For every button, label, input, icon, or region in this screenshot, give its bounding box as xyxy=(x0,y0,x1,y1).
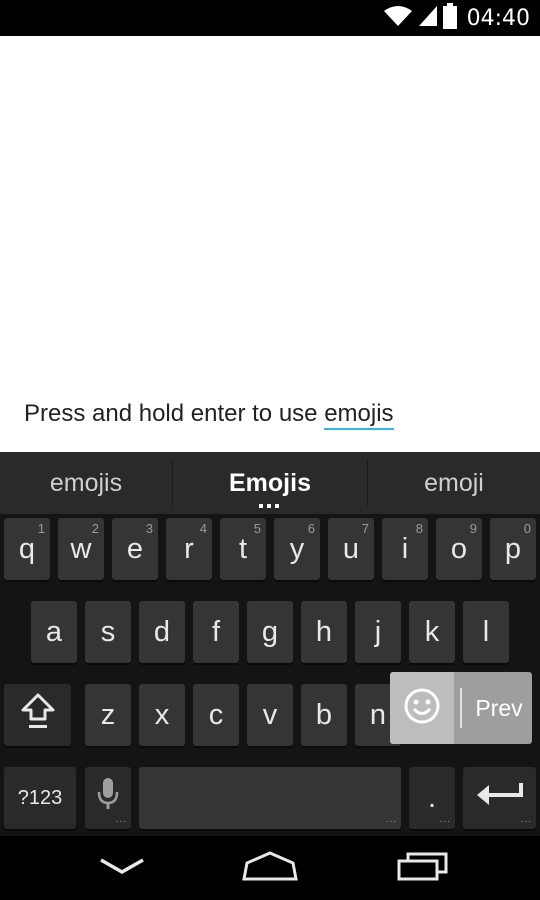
key-p[interactable]: p0 xyxy=(490,518,536,580)
key-w[interactable]: w2 xyxy=(58,518,104,580)
shift-key[interactable] xyxy=(4,684,71,746)
key-hint: 5 xyxy=(253,521,261,536)
key-y[interactable]: y6 xyxy=(274,518,320,580)
key-label: y xyxy=(289,532,305,565)
keyboard: emojis Emojis emoji q1 w2 e3 r4 t5 y6 u7… xyxy=(0,452,540,836)
key-f[interactable]: f xyxy=(193,601,239,663)
key-z[interactable]: z xyxy=(85,684,131,746)
popup-divider xyxy=(460,688,462,728)
suggestion-right[interactable]: emoji xyxy=(368,452,540,514)
key-label: r xyxy=(184,532,194,565)
key-i[interactable]: i8 xyxy=(382,518,428,580)
enter-key[interactable]: ∙∙∙ xyxy=(463,767,536,829)
key-label: i xyxy=(401,532,409,565)
key-hint: 2 xyxy=(91,521,99,536)
key-hint: 8 xyxy=(415,521,423,536)
key-hint: 7 xyxy=(361,521,369,536)
key-t[interactable]: t5 xyxy=(220,518,266,580)
emoji-option[interactable] xyxy=(390,672,454,744)
key-u[interactable]: u7 xyxy=(328,518,374,580)
voice-key[interactable]: ∙∙∙ xyxy=(85,767,131,829)
more-icon: ∙∙∙ xyxy=(520,816,532,827)
key-o[interactable]: o9 xyxy=(436,518,482,580)
key-j[interactable]: j xyxy=(355,601,401,663)
period-key[interactable]: . ∙∙∙ xyxy=(409,767,455,829)
key-k[interactable]: k xyxy=(409,601,455,663)
status-time: 04:40 xyxy=(466,5,530,31)
status-icons: 04:40 xyxy=(383,0,530,36)
battery-icon xyxy=(442,2,457,34)
text-editor[interactable]: Press and hold enter to use emojis xyxy=(0,36,540,452)
smiley-icon xyxy=(403,687,441,730)
key-hint: 6 xyxy=(307,521,315,536)
key-hint: 1 xyxy=(37,521,45,536)
key-v[interactable]: v xyxy=(247,684,293,746)
recents-icon xyxy=(396,850,450,887)
key-label: . xyxy=(427,781,437,814)
key-hint: 0 xyxy=(523,521,531,536)
key-label: u xyxy=(342,532,360,565)
key-hint: 3 xyxy=(145,521,153,536)
key-e[interactable]: e3 xyxy=(112,518,158,580)
prev-option[interactable]: Prev xyxy=(466,672,532,744)
back-icon xyxy=(98,856,146,881)
key-q[interactable]: q1 xyxy=(4,518,50,580)
key-label: w xyxy=(70,532,92,565)
symbols-key[interactable]: ?123 xyxy=(4,767,76,829)
more-suggestions-icon xyxy=(259,504,279,508)
mic-icon xyxy=(96,776,120,820)
key-x[interactable]: x xyxy=(139,684,185,746)
status-bar: 04:40 xyxy=(0,0,540,36)
key-a[interactable]: a xyxy=(31,601,77,663)
suggestion-left[interactable]: emojis xyxy=(0,452,172,514)
key-l[interactable]: l xyxy=(463,601,509,663)
enter-icon xyxy=(475,779,525,817)
more-icon: ∙∙∙ xyxy=(115,816,127,827)
key-hint: 4 xyxy=(199,521,207,536)
more-icon: ∙∙∙ xyxy=(385,816,397,827)
key-label: o xyxy=(450,532,468,565)
key-r[interactable]: r4 xyxy=(166,518,212,580)
key-s[interactable]: s xyxy=(85,601,131,663)
recents-button[interactable] xyxy=(383,842,463,894)
home-icon xyxy=(241,850,299,887)
composing-word: emojis xyxy=(324,400,394,430)
back-button[interactable] xyxy=(82,842,162,894)
suggestion-strip: emojis Emojis emoji xyxy=(0,452,540,514)
space-key[interactable]: ∙∙∙ xyxy=(139,767,401,829)
key-label: t xyxy=(238,532,248,565)
screen: 04:40 Press and hold enter to use emojis… xyxy=(0,0,540,900)
key-label: e xyxy=(126,532,144,565)
signal-icon xyxy=(418,4,437,33)
key-b[interactable]: b xyxy=(301,684,347,746)
key-g[interactable]: g xyxy=(247,601,293,663)
more-icon: ∙∙∙ xyxy=(439,816,451,827)
key-label: q xyxy=(18,532,36,565)
shift-icon xyxy=(20,691,56,739)
key-hint: 9 xyxy=(469,521,477,536)
editor-text-prefix: Press and hold enter to use xyxy=(24,400,325,427)
home-button[interactable] xyxy=(230,842,310,894)
key-h[interactable]: h xyxy=(301,601,347,663)
editor-text[interactable]: Press and hold enter to use emojis xyxy=(24,400,394,430)
key-label: p xyxy=(504,532,522,565)
navigation-bar xyxy=(0,836,540,900)
wifi-icon xyxy=(383,4,413,33)
enter-long-press-popup: Prev xyxy=(390,672,532,744)
key-d[interactable]: d xyxy=(139,601,185,663)
key-c[interactable]: c xyxy=(193,684,239,746)
